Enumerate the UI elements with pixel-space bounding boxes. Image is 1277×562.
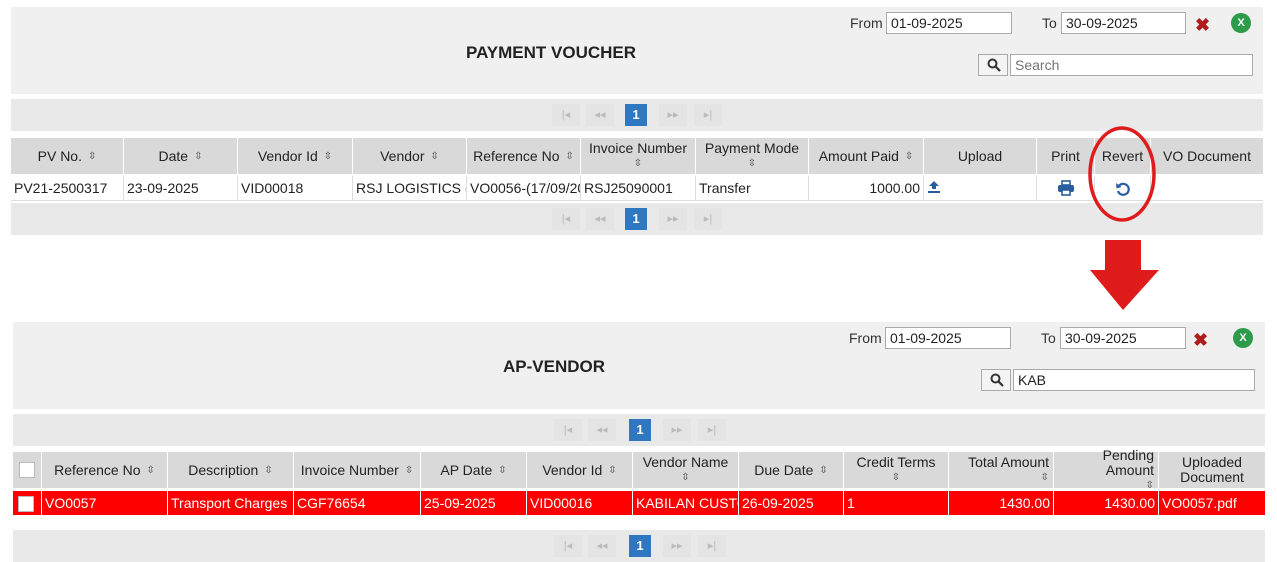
ap-pager-bottom: |◂ ◂◂ 1 ▸▸ ▸| [13, 530, 1265, 562]
select-all-checkbox[interactable] [19, 462, 35, 478]
pager-prev-button[interactable]: ◂◂ [588, 535, 616, 557]
ap-cell-reference-no: VO0057 [42, 491, 168, 515]
pager-first-button[interactable]: |◂ [554, 535, 582, 557]
ap-col-due-date[interactable]: Due Date ⇳ [739, 452, 844, 488]
ap-search-input[interactable] [1013, 369, 1255, 391]
ap-cell-select [13, 491, 42, 515]
ap-from-date-input[interactable] [885, 327, 1011, 349]
ap-cell-invoice-number: CGF76654 [294, 491, 421, 515]
ap-search-button[interactable] [981, 369, 1011, 391]
ap-cell-pending-amount: 1430.00 [1054, 491, 1159, 515]
ap-excel-export-icon[interactable]: X [1233, 328, 1253, 348]
ap-col-invoice-number[interactable]: Invoice Number ⇳ [294, 452, 421, 488]
ap-cell-uploaded-document[interactable]: VO0057.pdf [1159, 491, 1265, 515]
ap-col-vendor-id[interactable]: Vendor Id ⇳ [527, 452, 633, 488]
ap-col-credit-terms[interactable]: Credit Terms ⇳ [844, 452, 949, 488]
ap-cell-ap-date: 25-09-2025 [421, 491, 527, 515]
ap-cell-description: Transport Charges [168, 491, 294, 515]
ap-cell-vendor-name: KABILAN CUSTO [633, 491, 739, 515]
pager-last-button[interactable]: ▸| [698, 535, 726, 557]
annotation-arrow-down-icon [1090, 240, 1159, 310]
ap-col-total-amount[interactable]: Total Amount ⇳ [949, 452, 1054, 488]
ap-vendor-title: AP-VENDOR [503, 357, 606, 376]
pager-first-button[interactable]: |◂ [554, 419, 582, 441]
ap-clear-dates-icon[interactable]: ✖ [1193, 331, 1208, 349]
ap-col-pending-amount[interactable]: Pending Amount ⇳ [1054, 447, 1159, 491]
pager-prev-button[interactable]: ◂◂ [588, 419, 616, 441]
ap-col-description[interactable]: Description ⇳ [168, 452, 294, 488]
ap-from-label: From [849, 330, 882, 346]
ap-cell-total-amount: 1430.00 [949, 491, 1054, 515]
row-checkbox[interactable] [18, 496, 34, 513]
ap-pager-top: |◂ ◂◂ 1 ▸▸ ▸| [13, 414, 1265, 446]
search-icon [990, 373, 1004, 387]
ap-cell-vendor-id: VID00016 [527, 491, 633, 515]
ap-col-reference-no[interactable]: Reference No ⇳ [42, 452, 168, 488]
ap-col-uploaded-document: Uploaded Document [1180, 454, 1244, 485]
ap-col-select-all[interactable] [13, 452, 42, 488]
ap-col-ap-date[interactable]: AP Date ⇳ [421, 452, 527, 488]
pager-next-button[interactable]: ▸▸ [663, 535, 691, 557]
table-row[interactable]: VO0057 Transport Charges CGF76654 25-09-… [13, 491, 1265, 515]
annotation-circle [1088, 126, 1156, 222]
ap-cell-credit-terms: 1 [844, 491, 949, 515]
ap-col-vendor-name[interactable]: Vendor Name ⇳ [633, 452, 739, 488]
pager-page-button[interactable]: 1 [629, 535, 651, 557]
ap-to-label: To [1041, 330, 1056, 346]
pager-last-button[interactable]: ▸| [698, 419, 726, 441]
pager-page-button[interactable]: 1 [629, 419, 651, 441]
ap-to-date-input[interactable] [1060, 327, 1186, 349]
ap-cell-due-date: 26-09-2025 [739, 491, 844, 515]
pager-next-button[interactable]: ▸▸ [663, 419, 691, 441]
ap-table-header: Reference No ⇳ Description ⇳ Invoice Numbe… [13, 447, 1265, 491]
